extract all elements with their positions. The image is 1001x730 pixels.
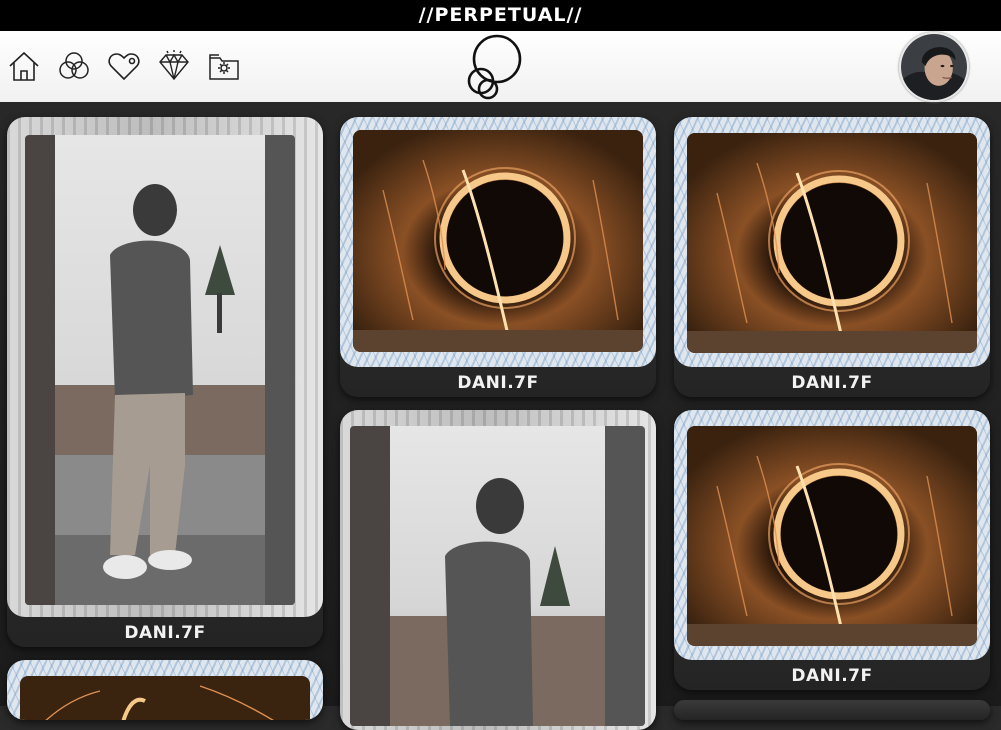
gallery-card[interactable] — [7, 660, 323, 720]
gallery-card[interactable]: DANI.7F — [340, 117, 656, 397]
photo-steel-wool[interactable] — [687, 426, 977, 646]
photo-steel-wool[interactable] — [353, 130, 643, 352]
photo-frame — [674, 117, 990, 367]
card-label: DANI.7F — [124, 623, 206, 643]
diamond-icon[interactable] — [157, 49, 191, 83]
folder-icon[interactable] — [207, 49, 241, 83]
user-avatar[interactable] — [899, 32, 969, 102]
photo-frame — [7, 117, 323, 617]
card-label: DANI.7F — [791, 373, 873, 393]
photo-frame — [7, 660, 323, 720]
card-label: DANI.7F — [791, 666, 873, 686]
gallery-card[interactable]: DANI.7F — [674, 410, 990, 690]
photo-frame — [674, 410, 990, 660]
top-banner: //PERPETUAL// — [0, 0, 1001, 31]
card-label: DANI.7F — [457, 373, 539, 393]
heart-icon[interactable] — [107, 49, 141, 83]
photo-steel-wool[interactable] — [687, 133, 977, 353]
gallery-card[interactable] — [340, 410, 656, 730]
photo-man-doorway[interactable] — [350, 426, 645, 726]
gallery-card[interactable]: DANI.7F — [674, 117, 990, 397]
photo-man-doorway[interactable] — [25, 135, 295, 605]
navbar — [0, 31, 1001, 102]
gallery-card[interactable] — [674, 700, 990, 720]
photo-steel-wool[interactable] — [20, 676, 310, 720]
photo-frame — [340, 117, 656, 367]
banner-title: //PERPETUAL// — [418, 4, 583, 26]
home-icon[interactable] — [7, 49, 41, 83]
venn-circles-icon[interactable] — [57, 49, 91, 83]
gallery-card[interactable]: DANI.7F — [7, 117, 323, 647]
photo-frame — [340, 410, 656, 730]
circles-logo[interactable] — [462, 33, 526, 101]
